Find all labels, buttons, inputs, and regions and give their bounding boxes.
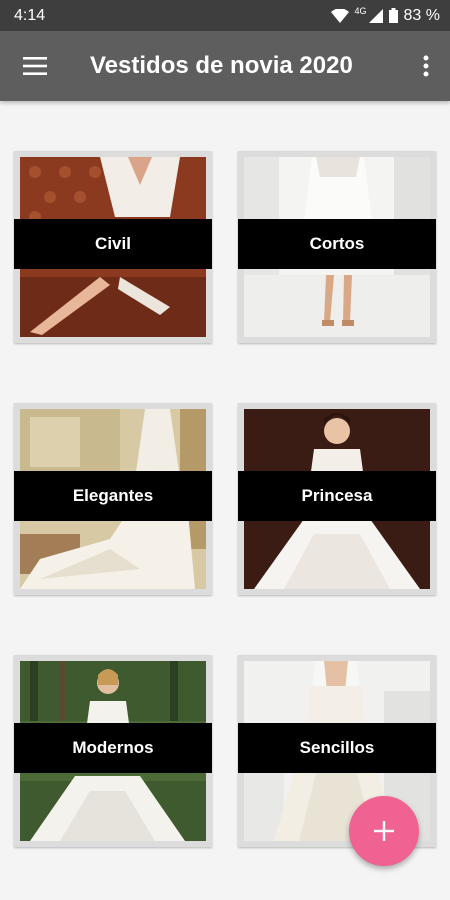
signal-icon (368, 8, 383, 23)
category-grid: Civil Cortos Elegantes Princesa Modernos… (0, 101, 450, 900)
network-type: 4G (354, 5, 367, 16)
category-label: Cortos (238, 219, 436, 269)
battery-level: 83 % (403, 6, 440, 24)
category-card-modernos[interactable]: Modernos (14, 655, 212, 847)
app-bar: Vestidos de novia 2020 (0, 31, 450, 101)
plus-icon (374, 821, 394, 841)
category-label: Sencillos (238, 723, 436, 773)
wifi-icon (330, 8, 349, 23)
category-label: Princesa (238, 471, 436, 521)
category-card-princesa[interactable]: Princesa (238, 403, 436, 595)
category-label: Elegantes (14, 471, 212, 521)
menu-button[interactable] (0, 31, 70, 101)
hamburger-menu-icon (23, 57, 47, 75)
category-card-elegantes[interactable]: Elegantes (14, 403, 212, 595)
status-icons: 4G 83 % (330, 5, 440, 25)
more-options-button[interactable] (402, 31, 450, 101)
category-label: Modernos (14, 723, 212, 773)
status-bar: 4:14 4G 83 % (0, 0, 450, 31)
battery-icon (388, 8, 398, 23)
more-vert-icon (423, 55, 429, 77)
category-card-cortos[interactable]: Cortos (238, 151, 436, 343)
add-fab-button[interactable] (349, 796, 419, 866)
status-time: 4:14 (14, 6, 46, 24)
category-card-civil[interactable]: Civil (14, 151, 212, 343)
page-title: Vestidos de novia 2020 (90, 52, 353, 79)
category-label: Civil (14, 219, 212, 269)
